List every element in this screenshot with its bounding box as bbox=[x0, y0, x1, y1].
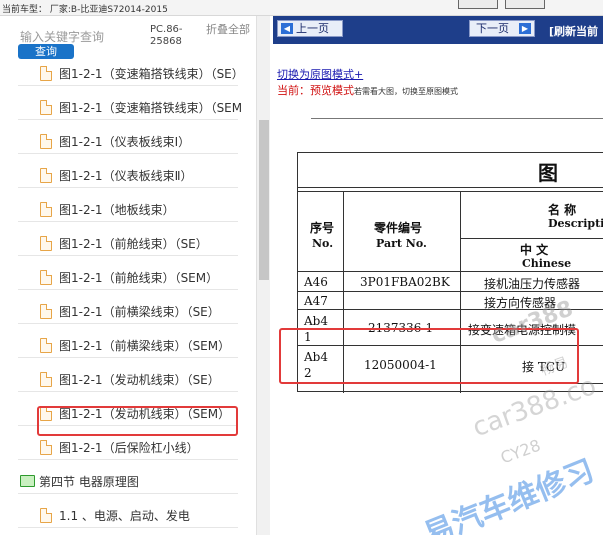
refresh-link[interactable]: [刷新当前 bbox=[549, 23, 598, 39]
document-icon bbox=[40, 66, 52, 81]
tree-item[interactable]: 图1-2-1（地板线束） bbox=[18, 196, 238, 222]
top-status-bar: 当前车型： 厂家:B-比亚迪S72014-2015 bbox=[0, 0, 603, 16]
document-icon bbox=[40, 440, 52, 455]
col-part-cn: 零件编号 bbox=[374, 221, 423, 235]
row-no: A47 bbox=[304, 294, 328, 308]
col-part-en: Part No. bbox=[376, 237, 427, 250]
row-highlight bbox=[279, 328, 579, 384]
vehicle-info: 当前车型： 厂家:B-比亚迪S72014-2015 bbox=[2, 5, 168, 15]
row-name: 接方向传感器 bbox=[484, 296, 557, 310]
document-icon bbox=[40, 202, 52, 217]
col-name-cn: 名 称 bbox=[548, 203, 577, 217]
folder-open-icon bbox=[20, 475, 35, 487]
row-no: A46 bbox=[304, 275, 328, 289]
top-button-1[interactable] bbox=[458, 0, 498, 9]
arrow-right-icon: ▶ bbox=[519, 23, 531, 34]
document-icon bbox=[40, 134, 52, 149]
tree-item-label: 图1-2-1（前横梁线束）（SE） bbox=[59, 305, 220, 319]
tree-item-selected[interactable]: 图1-2-1（发动机线束）（SE） bbox=[18, 366, 238, 392]
row-part: 3P01FBA02BK bbox=[360, 275, 450, 289]
col-seq-cn: 序号 bbox=[310, 221, 335, 235]
tree-item-label: 图1-2-1（变速箱搭铁线束）（SEM bbox=[59, 101, 243, 115]
tree-item-label: 图1-2-1（仪表板线束Ⅰ） bbox=[59, 135, 191, 149]
document-icon bbox=[40, 372, 52, 387]
col-zh-cn: 中 文 bbox=[520, 243, 549, 257]
tree-item-label: 图1-2-1（前舱线束）（SEM） bbox=[59, 271, 219, 285]
tree-item-label: 图1-2-1（前横梁线束）（SEM） bbox=[59, 339, 231, 353]
tree-item[interactable]: 图1-2-1（前舱线束）（SEM） bbox=[18, 264, 238, 290]
search-button[interactable]: 查询 bbox=[18, 44, 74, 59]
col-chinese-en: Chinese bbox=[522, 257, 572, 270]
tree-item[interactable]: 图1-2-1（后保险杠小线） bbox=[18, 434, 238, 460]
current-hint: 若需看大图，切换至原图模式 bbox=[354, 87, 458, 96]
pc-number: PC.86-25868 bbox=[150, 24, 183, 47]
document-icon bbox=[40, 168, 52, 183]
current-label: 当前： bbox=[277, 84, 310, 97]
search-input[interactable]: 输入关键字查询 bbox=[20, 28, 104, 45]
search-area: 输入关键字查询 查询 bbox=[8, 20, 140, 64]
tree-item[interactable]: 1.1 、电源、启动、发电 bbox=[18, 502, 238, 528]
scrollbar-thumb[interactable] bbox=[259, 120, 269, 280]
document-icon bbox=[40, 338, 52, 353]
tree-item-label: 图1-2-1（发动机线束）（SE） bbox=[59, 373, 220, 387]
tree-item[interactable]: 图1-2-1（变速箱搭铁线束）（SE） bbox=[18, 60, 244, 86]
left-navigation-pane: 输入关键字查询 查询 PC.86-25868 折叠全部 图1-2-1（变速箱搭铁… bbox=[0, 16, 270, 535]
document-icon bbox=[40, 100, 52, 115]
left-scrollbar[interactable] bbox=[256, 16, 270, 535]
prev-page-button[interactable]: ◀ 上一页 bbox=[277, 20, 343, 37]
document-viewer: ◀ 上一页 下一页 ▶ [刷新当前 切换为原图模式+ 当前：预览模式若需看大图，… bbox=[273, 16, 603, 535]
switch-mode-link[interactable]: 切换为原图模式+ bbox=[277, 66, 363, 82]
document-icon bbox=[40, 304, 52, 319]
document-icon bbox=[40, 270, 52, 285]
tree-item[interactable]: 图1-2-1（变速箱搭铁线束）（SEM bbox=[18, 94, 242, 120]
tree-item-label: 1.1 、电源、启动、发电 bbox=[59, 509, 190, 523]
selection-highlight bbox=[37, 406, 238, 436]
arrow-left-icon: ◀ bbox=[281, 23, 293, 34]
top-button-2[interactable] bbox=[505, 0, 545, 9]
tree-item-label: 图1-2-1（变速箱搭铁线束）（SE） bbox=[59, 67, 244, 81]
col-desc-en: Description bbox=[548, 217, 603, 230]
tree-item-label: 图1-2-1（前舱线束）（SE） bbox=[59, 237, 208, 251]
tree-item[interactable]: 图1-2-1（仪表板线束Ⅰ） bbox=[18, 128, 238, 154]
viewer-navbar: ◀ 上一页 下一页 ▶ [刷新当前 bbox=[273, 16, 603, 44]
tree-item-label: 图1-2-1（地板线束） bbox=[59, 203, 175, 217]
tree-folder-label: 第四节 电器原理图 bbox=[39, 475, 139, 489]
next-page-button[interactable]: 下一页 ▶ bbox=[469, 20, 535, 37]
document-icon bbox=[40, 236, 52, 251]
divider bbox=[311, 118, 603, 119]
prev-page-label: 上一页 bbox=[296, 22, 329, 35]
current-mode-line: 当前：预览模式若需看大图，切换至原图模式 bbox=[277, 82, 458, 98]
next-page-label: 下一页 bbox=[476, 22, 509, 35]
tree-folder[interactable]: 第四节 电器原理图 bbox=[18, 468, 238, 494]
document-icon bbox=[40, 508, 52, 523]
tree-item-label: 图1-2-1（仪表板线束Ⅱ） bbox=[59, 169, 193, 183]
tree-item[interactable]: 图1-2-1（仪表板线束Ⅱ） bbox=[18, 162, 238, 188]
row-name: 接机油压力传感器 bbox=[484, 277, 581, 291]
tree-item[interactable]: 图1-2-1（前舱线束）（SE） bbox=[18, 230, 238, 256]
tree-item[interactable]: 图1-2-1（前横梁线束）（SE） bbox=[18, 298, 238, 324]
tree-item[interactable]: 图1-2-1（前横梁线束）（SEM） bbox=[18, 332, 238, 358]
col-seq-en: No. bbox=[312, 237, 334, 250]
collapse-all-button[interactable]: 折叠全部 bbox=[206, 24, 250, 35]
tree-item-label: 图1-2-1（后保险杠小线） bbox=[59, 441, 199, 455]
current-mode: 预览模式 bbox=[310, 84, 354, 97]
table-title: 图 bbox=[538, 161, 558, 185]
